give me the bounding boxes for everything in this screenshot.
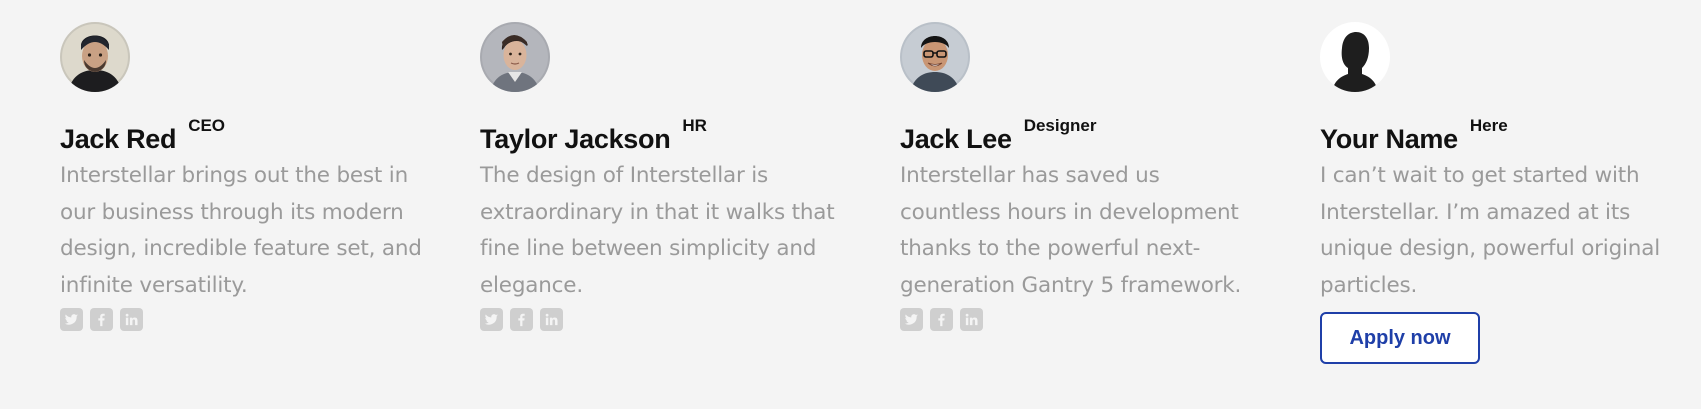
team-section: Jack Red CEO Interstellar brings out the… xyxy=(60,22,1701,364)
member-quote: The design of Interstellar is extraordin… xyxy=(480,163,835,298)
team-member-your-name: Your Name Here I can’t wait to get start… xyxy=(1320,22,1701,364)
member-quote: Interstellar has saved us countless hour… xyxy=(900,163,1242,298)
avatar-placeholder-silhouette xyxy=(1320,22,1390,92)
member-role: HR xyxy=(682,116,707,135)
social-links xyxy=(900,308,1320,331)
twitter-icon[interactable] xyxy=(900,308,923,331)
facebook-icon[interactable] xyxy=(510,308,533,331)
avatar xyxy=(1320,22,1390,92)
apply-now-button[interactable]: Apply now xyxy=(1320,312,1480,364)
member-name: Jack Lee xyxy=(900,124,1012,154)
avatar xyxy=(900,22,970,92)
member-role: Designer xyxy=(1023,116,1097,135)
avatar xyxy=(480,22,550,92)
linkedin-icon[interactable] xyxy=(960,308,983,331)
member-quote: Interstellar brings out the best in our … xyxy=(60,163,422,298)
team-member-jack-lee: Jack Lee Designer Interstellar has saved… xyxy=(900,22,1320,364)
social-links xyxy=(60,308,480,331)
twitter-icon[interactable] xyxy=(480,308,503,331)
name-row: Jack Lee Designer xyxy=(900,116,1320,156)
facebook-icon[interactable] xyxy=(90,308,113,331)
name-row: Jack Red CEO xyxy=(60,116,480,156)
linkedin-icon[interactable] xyxy=(540,308,563,331)
facebook-icon[interactable] xyxy=(930,308,953,331)
avatar-photo-taylor-jackson xyxy=(480,22,550,92)
twitter-icon[interactable] xyxy=(60,308,83,331)
team-member-jack-red: Jack Red CEO Interstellar brings out the… xyxy=(60,22,480,364)
member-role: Here xyxy=(1469,116,1508,135)
avatar-photo-jack-red xyxy=(60,22,130,92)
member-quote: I can’t wait to get started with Interst… xyxy=(1320,163,1660,298)
avatar xyxy=(60,22,130,92)
member-name: Taylor Jackson xyxy=(480,124,671,154)
name-row: Taylor Jackson HR xyxy=(480,116,900,156)
member-name: Jack Red xyxy=(60,124,177,154)
team-member-taylor-jackson: Taylor Jackson HR The design of Interste… xyxy=(480,22,900,364)
member-name: Your Name xyxy=(1320,124,1458,154)
social-links xyxy=(480,308,900,331)
name-row: Your Name Here xyxy=(1320,116,1701,156)
member-role: CEO xyxy=(188,116,226,135)
linkedin-icon[interactable] xyxy=(120,308,143,331)
avatar-photo-jack-lee xyxy=(900,22,970,92)
